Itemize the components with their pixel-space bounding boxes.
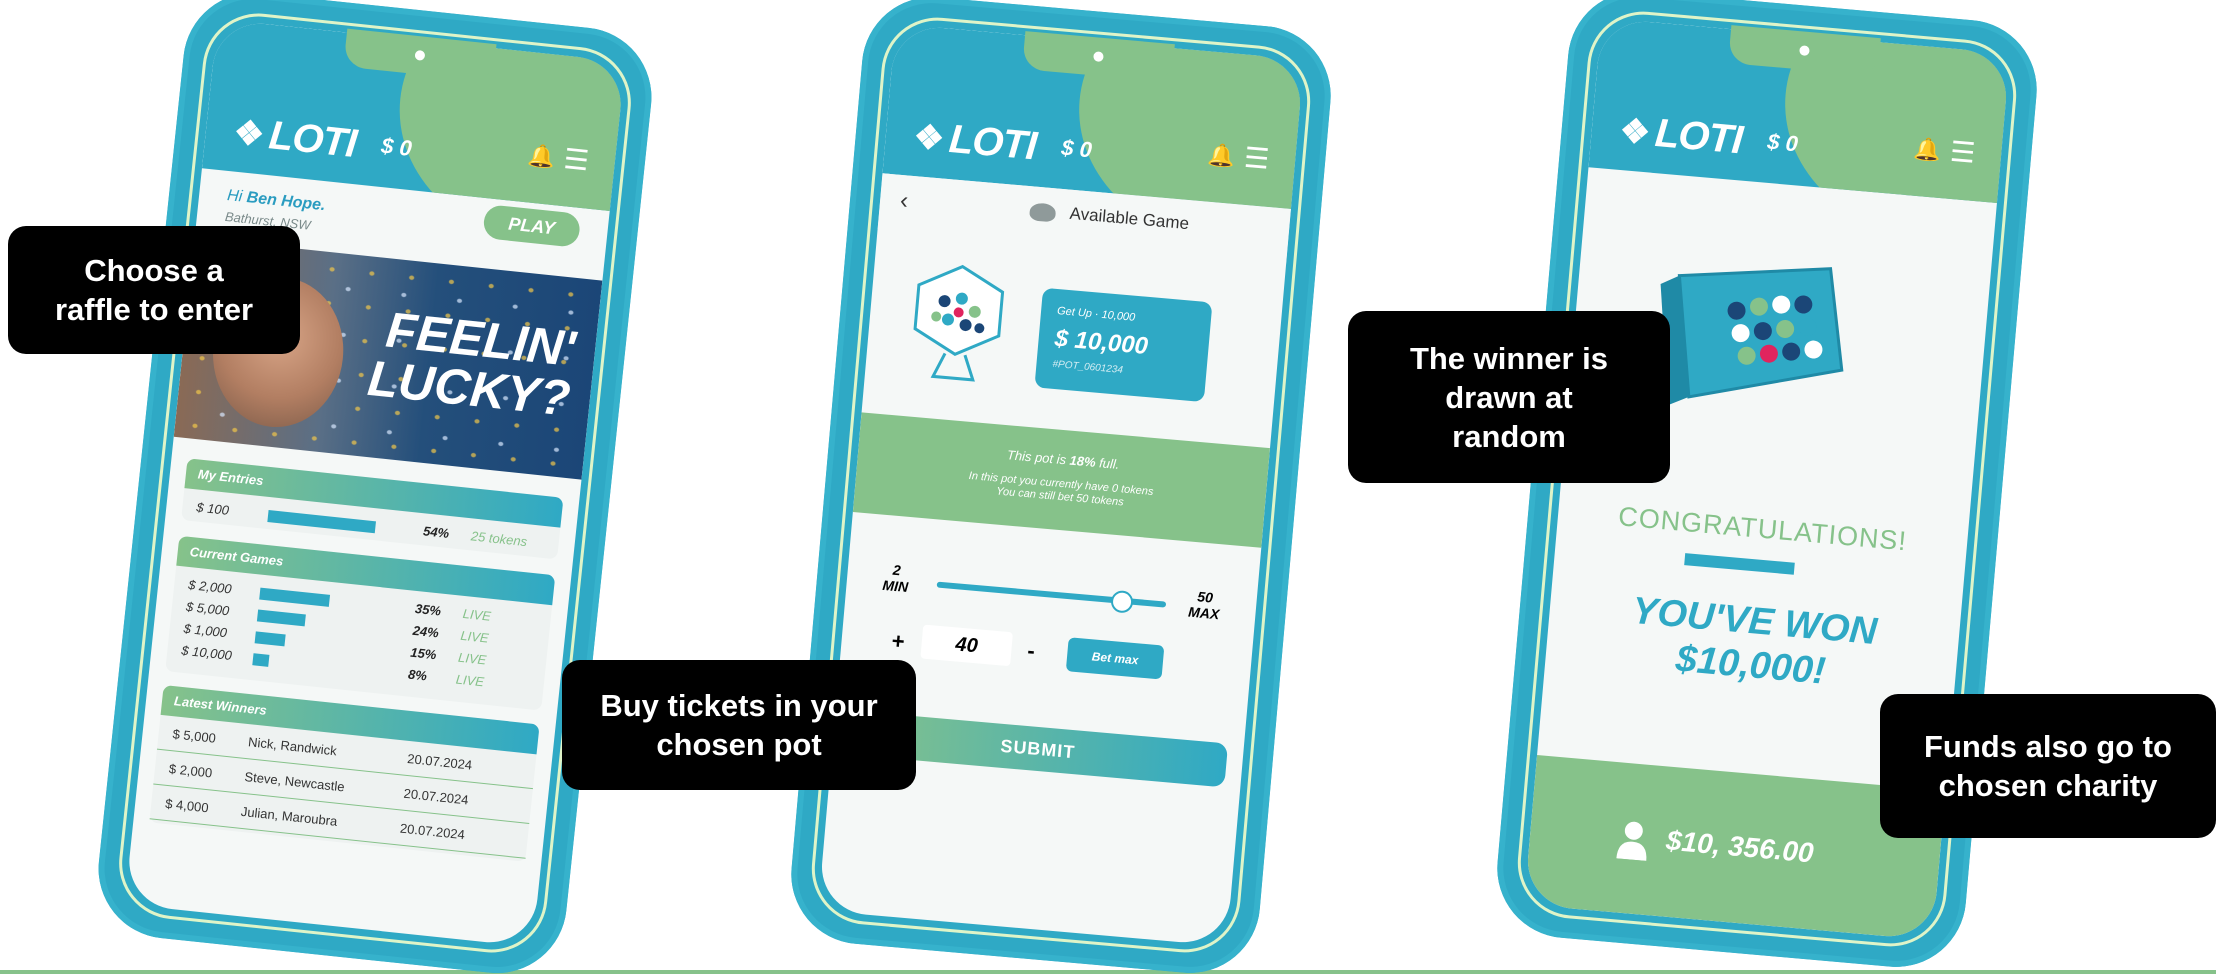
winner-amount: $ 4,000 bbox=[164, 795, 210, 816]
game-progress-bar bbox=[252, 653, 270, 667]
game-progress-bar bbox=[256, 609, 306, 627]
callout-choose-raffle: Choose a raffle to enter bbox=[8, 226, 300, 354]
game-progress-bar bbox=[254, 631, 286, 647]
game-amount: $ 2,000 bbox=[187, 577, 233, 597]
screen: ❖ LOTI $ 0 🔔 ☰ ‹ Available Game Get Up · … bbox=[817, 23, 1305, 947]
slider-max-label: 50 MAX bbox=[1187, 588, 1221, 623]
game-status: LIVE bbox=[459, 627, 490, 646]
bell-icon[interactable]: 🔔 bbox=[1913, 136, 1942, 164]
phone-home-screen: ❖ LOTI $ 0 🔔 ☰ Hi Ben Hope. Bathurst, NSW… bbox=[91, 0, 659, 980]
pot-getup: Get Up · 10,000 bbox=[1056, 305, 1136, 324]
hamburger-menu-icon[interactable]: ☰ bbox=[1949, 135, 1977, 170]
winner-date: 20.07.2024 bbox=[402, 785, 470, 808]
clover-icon: ❖ bbox=[1618, 111, 1651, 152]
phone-game-screen: ❖ LOTI $ 0 🔔 ☰ ‹ Available Game Get Up · … bbox=[785, 0, 1337, 979]
clover-icon: ❖ bbox=[231, 112, 266, 154]
quantity-input[interactable]: 40 bbox=[920, 624, 1013, 667]
loti-logo: ❖ LOTI bbox=[1618, 111, 1744, 163]
clover-icon: ❖ bbox=[912, 117, 945, 158]
winner-date: 20.07.2024 bbox=[399, 820, 466, 843]
winner-name: Steve, Newcastle bbox=[243, 769, 346, 795]
slider-handle[interactable] bbox=[1110, 589, 1134, 614]
game-percent: 8% bbox=[407, 666, 428, 684]
win-amount-text: YOU'VE WON $10,000! bbox=[1630, 589, 1879, 693]
pot-id: #POT_0601234 bbox=[1052, 358, 1124, 376]
total-winnings: $10, 356.00 bbox=[1664, 824, 1815, 869]
divider bbox=[1684, 553, 1795, 575]
decrease-button[interactable]: - bbox=[1026, 638, 1035, 665]
winner-date: 20.07.2024 bbox=[406, 750, 473, 773]
bell-icon[interactable]: 🔔 bbox=[1207, 142, 1236, 170]
game-status: LIVE bbox=[455, 671, 485, 690]
bet-max-button[interactable]: Bet max bbox=[1065, 637, 1165, 680]
loti-logo: ❖ LOTI bbox=[231, 112, 359, 167]
wallet-balance: $ 0 bbox=[380, 132, 414, 161]
congratulations-text: CONGRATULATIONS! bbox=[1617, 501, 1909, 557]
current-games-panel: Current Games $ 2,000 35% LIVE $ 5,000 24% LI… bbox=[165, 535, 556, 711]
game-status: LIVE bbox=[457, 649, 488, 668]
camera-dot bbox=[414, 49, 426, 61]
hamburger-menu-icon[interactable]: ☰ bbox=[1243, 141, 1271, 176]
game-amount: $ 1,000 bbox=[182, 620, 228, 641]
token-slider[interactable] bbox=[936, 581, 1167, 614]
pot-status-band: This pot is 18% full. In this pot you cu… bbox=[852, 412, 1271, 548]
game-percent: 15% bbox=[409, 644, 438, 663]
bell-icon[interactable]: 🔔 bbox=[526, 142, 556, 171]
camera-dot bbox=[1093, 51, 1104, 63]
bottom-accent-line bbox=[0, 970, 2216, 974]
increase-button[interactable]: + bbox=[891, 628, 906, 655]
winner-amount: $ 2,000 bbox=[168, 761, 213, 781]
wallet-balance: $ 0 bbox=[1766, 128, 1800, 157]
user-icon bbox=[1616, 821, 1647, 861]
lottery-drum-illustration bbox=[1660, 267, 1844, 406]
hero-headline: FEELIN' LUCKY? bbox=[365, 301, 579, 427]
loti-logo: ❖ LOTI bbox=[912, 117, 1038, 169]
callout-winner-drawn: The winner is drawn at random bbox=[1348, 311, 1670, 483]
entry-progress-bar bbox=[267, 510, 377, 534]
camera-dot bbox=[1799, 45, 1810, 57]
game-status: LIVE bbox=[462, 605, 492, 624]
pot-card[interactable]: Get Up · 10,000 $ 10,000 #POT_0601234 bbox=[1034, 287, 1213, 403]
game-percent: 24% bbox=[412, 622, 440, 641]
play-button[interactable]: PLAY bbox=[482, 204, 582, 248]
hamburger-menu-icon[interactable]: ☰ bbox=[562, 142, 590, 177]
latest-winners-panel: Latest Winners $ 5,000 Nick, Randwick 20.0… bbox=[149, 685, 540, 862]
winner-name: Julian, Maroubra bbox=[240, 803, 339, 829]
wallet-balance: $ 0 bbox=[1060, 134, 1094, 163]
game-percent: 35% bbox=[414, 600, 442, 619]
callout-buy-tickets: Buy tickets in your chosen pot bbox=[562, 660, 916, 790]
game-amount: $ 5,000 bbox=[185, 598, 230, 619]
winner-amount: $ 5,000 bbox=[171, 726, 217, 746]
pot-value: $ 10,000 bbox=[1053, 324, 1149, 360]
lottery-machine-icon bbox=[913, 264, 1005, 382]
winner-name: Nick, Randwick bbox=[247, 734, 338, 759]
slider-min-label: 2 MIN bbox=[881, 561, 909, 596]
game-amount: $ 10,000 bbox=[180, 642, 233, 663]
callout-charity-funds: Funds also go to chosen charity bbox=[1880, 694, 2216, 838]
